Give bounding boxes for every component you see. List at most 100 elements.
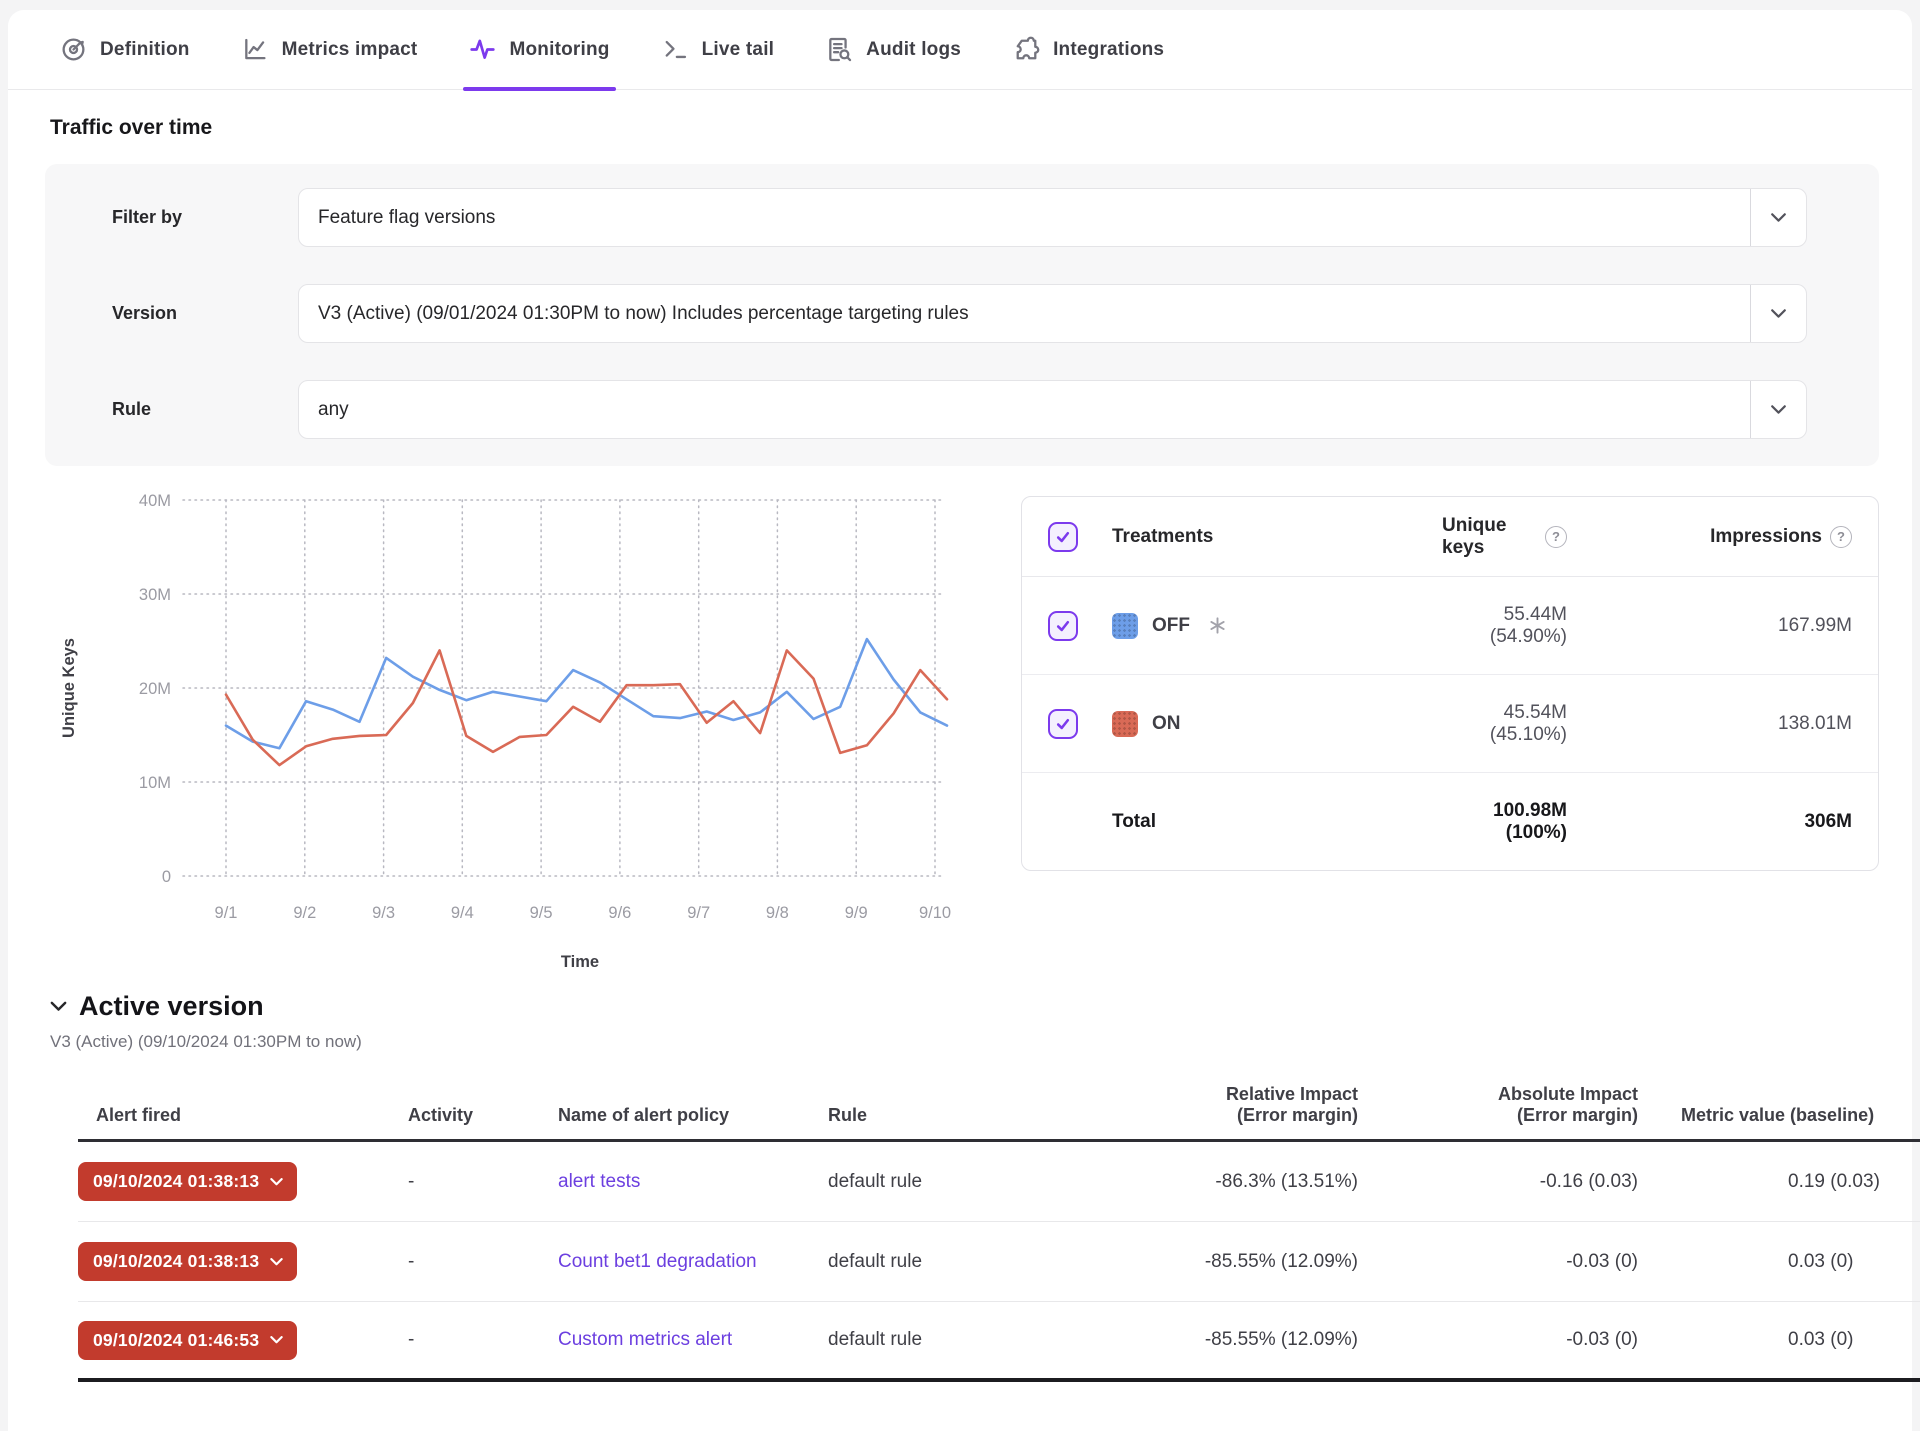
tab-definition[interactable]: Definition: [60, 10, 190, 89]
svg-text:10M: 10M: [139, 774, 171, 792]
filter-panel: Filter by Feature flag versions Version …: [45, 164, 1879, 466]
impressions-header-label: Impressions: [1710, 526, 1822, 548]
col-rule: Rule: [828, 1105, 1038, 1126]
total-impressions-value: 306M: [1567, 811, 1852, 833]
svg-text:9/4: 9/4: [451, 904, 474, 922]
relative-impact-line1: Relative Impact: [1038, 1084, 1358, 1105]
chevron-down-icon: [50, 1001, 67, 1012]
absolute-impact-line2: (Error margin): [1358, 1105, 1638, 1126]
terminal-icon: [662, 36, 689, 63]
off-series-color-swatch: [1112, 613, 1138, 639]
svg-text:9/1: 9/1: [215, 904, 238, 922]
chevron-down-icon[interactable]: [1750, 285, 1806, 342]
alert-policy-link[interactable]: Count bet1 degradation: [558, 1251, 828, 1273]
alert-row: 09/10/2024 01:38:13 - Count bet1 degrada…: [78, 1222, 1920, 1302]
puzzle-icon: [1013, 36, 1040, 63]
filter-by-value: Feature flag versions: [299, 207, 1750, 229]
on-series-color-swatch: [1112, 711, 1138, 737]
filter-row-version: Version V3 (Active) (09/01/2024 01:30PM …: [112, 284, 1807, 343]
help-icon[interactable]: ?: [1545, 526, 1567, 548]
chevron-down-icon[interactable]: [1750, 381, 1806, 438]
metric-value-cell: 0.03 (0): [1638, 1251, 1920, 1273]
pulse-icon: [469, 36, 496, 63]
absolute-impact-cell: -0.03 (0): [1358, 1251, 1638, 1273]
tab-label: Definition: [100, 39, 190, 61]
tab-integrations[interactable]: Integrations: [1013, 10, 1164, 89]
impressions-column-header: Impressions ?: [1567, 526, 1852, 548]
treatment-name: ON: [1152, 713, 1181, 735]
col-metric-value: Metric value (baseline): [1638, 1105, 1920, 1126]
relative-impact-line2: (Error margin): [1038, 1105, 1358, 1126]
tab-live-tail[interactable]: Live tail: [662, 10, 775, 89]
tab-label: Live tail: [702, 39, 775, 61]
traffic-line-chart: 010M20M30M40M9/19/29/39/49/59/69/79/89/9…: [50, 478, 995, 983]
tab-metrics-impact[interactable]: Metrics impact: [242, 10, 418, 89]
on-impressions-value: 138.01M: [1567, 713, 1852, 735]
alert-fired-timestamp: 09/10/2024 01:38:13: [93, 1171, 259, 1192]
active-version-toggle[interactable]: Active version: [50, 991, 1912, 1022]
treatment-name: OFF: [1152, 615, 1190, 637]
chevron-down-icon: [270, 1336, 283, 1344]
svg-text:9/9: 9/9: [845, 904, 868, 922]
treatments-select-all-checkbox[interactable]: [1048, 522, 1078, 552]
relative-impact-cell: -85.55% (12.09%): [1038, 1329, 1358, 1351]
help-icon[interactable]: ?: [1830, 526, 1852, 548]
rule-value: any: [299, 399, 1750, 421]
default-treatment-icon: [1208, 616, 1227, 635]
svg-text:9/5: 9/5: [530, 904, 553, 922]
tab-audit-logs[interactable]: Audit logs: [826, 10, 961, 89]
tab-label: Metrics impact: [282, 39, 418, 61]
alerts-table-header: Alert fired Activity Name of alert polic…: [78, 1084, 1920, 1142]
rule-label: Rule: [112, 399, 298, 420]
top-tab-card: Definition Metrics impact Monitoring Liv…: [8, 10, 1912, 1431]
col-policy: Name of alert policy: [558, 1105, 828, 1126]
alert-fired-timestamp: 09/10/2024 01:38:13: [93, 1251, 259, 1272]
rule-dropdown[interactable]: any: [298, 380, 1807, 439]
absolute-impact-cell: -0.16 (0.03): [1358, 1171, 1638, 1193]
treatments-header-row: Treatments Unique keys ? Impressions ?: [1022, 497, 1878, 577]
alert-policy-link[interactable]: alert tests: [558, 1171, 828, 1193]
col-alert-fired: Alert fired: [78, 1105, 408, 1126]
alert-policy-link[interactable]: Custom metrics alert: [558, 1329, 828, 1351]
relative-impact-cell: -86.3% (13.51%): [1038, 1171, 1358, 1193]
filter-by-label: Filter by: [112, 207, 298, 228]
chevron-down-icon[interactable]: [1750, 189, 1806, 246]
treatment-off-checkbox[interactable]: [1048, 611, 1078, 641]
alert-row: 09/10/2024 01:46:53 - Custom metrics ale…: [78, 1302, 1920, 1382]
svg-text:9/3: 9/3: [372, 904, 395, 922]
page-title: Traffic over time: [50, 90, 1912, 140]
svg-text:9/2: 9/2: [293, 904, 316, 922]
col-relative-impact: Relative Impact (Error margin): [1038, 1084, 1358, 1126]
activity-cell: -: [408, 1171, 558, 1193]
tab-monitoring[interactable]: Monitoring: [469, 10, 609, 89]
tab-label: Integrations: [1053, 39, 1164, 61]
rule-cell: default rule: [828, 1251, 1038, 1273]
alert-fired-badge[interactable]: 09/10/2024 01:46:53: [78, 1321, 297, 1360]
tab-label: Monitoring: [509, 39, 609, 61]
svg-text:40M: 40M: [139, 492, 171, 510]
tab-label: Audit logs: [866, 39, 961, 61]
activity-cell: -: [408, 1251, 558, 1273]
alert-fired-badge[interactable]: 09/10/2024 01:38:13: [78, 1162, 297, 1201]
off-unique-keys-value: 55.44M (54.90%): [1442, 604, 1567, 648]
absolute-impact-line1: Absolute Impact: [1358, 1084, 1638, 1105]
chevron-down-icon: [270, 1258, 283, 1266]
active-version-subtitle: V3 (Active) (09/10/2024 01:30PM to now): [50, 1032, 1912, 1052]
alert-fired-badge[interactable]: 09/10/2024 01:38:13: [78, 1242, 297, 1281]
tab-bar: Definition Metrics impact Monitoring Liv…: [8, 10, 1912, 90]
unique-keys-column-header: Unique keys ?: [1442, 515, 1567, 559]
chart-and-legend-row: 010M20M30M40M9/19/29/39/49/59/69/79/89/9…: [50, 466, 1912, 983]
svg-text:30M: 30M: [139, 586, 171, 604]
treatment-on-checkbox[interactable]: [1048, 709, 1078, 739]
treatments-panel: Treatments Unique keys ? Impressions ?: [1021, 496, 1879, 871]
absolute-impact-cell: -0.03 (0): [1358, 1329, 1638, 1351]
active-version-section: Active version V3 (Active) (09/10/2024 0…: [50, 991, 1912, 1382]
version-dropdown[interactable]: V3 (Active) (09/01/2024 01:30PM to now) …: [298, 284, 1807, 343]
document-search-icon: [826, 36, 853, 63]
filter-by-dropdown[interactable]: Feature flag versions: [298, 188, 1807, 247]
alerts-table: Alert fired Activity Name of alert polic…: [78, 1084, 1920, 1382]
definition-target-icon: [60, 36, 87, 63]
metric-value-cell: 0.03 (0): [1638, 1329, 1920, 1351]
metric-value-cell: 0.19 (0.03): [1638, 1171, 1920, 1193]
svg-text:9/7: 9/7: [687, 904, 710, 922]
